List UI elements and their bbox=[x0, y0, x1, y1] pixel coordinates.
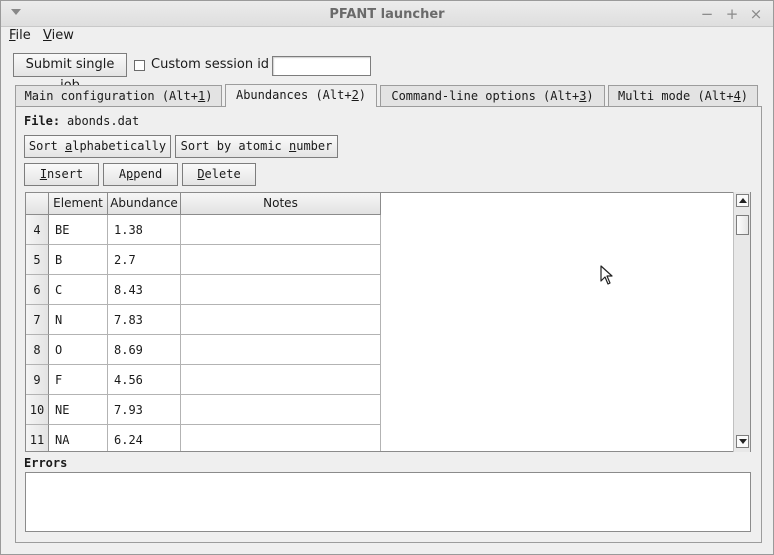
cell-abundance[interactable]: 2.7 bbox=[108, 245, 181, 275]
cell-abundance[interactable]: 8.43 bbox=[108, 275, 181, 305]
pfant-launcher-window: PFANT launcher − + × File View Submit si… bbox=[0, 0, 774, 555]
cell-notes[interactable] bbox=[181, 365, 381, 395]
cell-element[interactable]: BE bbox=[49, 215, 108, 245]
menu-file[interactable]: File bbox=[9, 28, 31, 43]
cell-element[interactable]: NE bbox=[49, 395, 108, 425]
close-icon[interactable]: × bbox=[748, 5, 764, 23]
errors-text-area[interactable] bbox=[25, 472, 751, 532]
file-name: abonds.dat bbox=[67, 114, 140, 128]
minimize-icon[interactable]: − bbox=[699, 5, 715, 23]
tab-command-line-options[interactable]: Command-line options (Alt+3) bbox=[380, 85, 605, 107]
cell-abundance[interactable]: 6.24 bbox=[108, 425, 181, 451]
tab-main-configuration[interactable]: Main configuration (Alt+1) bbox=[15, 85, 222, 107]
cell-abundance[interactable]: 8.69 bbox=[108, 335, 181, 365]
cell-element[interactable]: NA bbox=[49, 425, 108, 451]
tab-abundances[interactable]: Abundances (Alt+2) bbox=[225, 84, 377, 107]
mouse-cursor-icon bbox=[600, 265, 613, 285]
cell-notes[interactable] bbox=[181, 305, 381, 335]
cell-abundance[interactable]: 4.56 bbox=[108, 365, 181, 395]
cell-notes[interactable] bbox=[181, 395, 381, 425]
row-header[interactable]: 10 bbox=[26, 395, 49, 425]
cell-element[interactable]: N bbox=[49, 305, 108, 335]
cell-notes[interactable] bbox=[181, 425, 381, 451]
column-header-element[interactable]: Element bbox=[49, 193, 108, 215]
column-header-notes[interactable]: Notes bbox=[181, 193, 381, 215]
cell-element[interactable]: O bbox=[49, 335, 108, 365]
maximize-icon[interactable]: + bbox=[724, 5, 740, 23]
submit-single-job-button[interactable]: Submit single job bbox=[13, 53, 127, 93]
menu-bar: File View bbox=[1, 27, 773, 47]
row-header[interactable]: 8 bbox=[26, 335, 49, 365]
row-header[interactable]: 5 bbox=[26, 245, 49, 275]
scrollbar-thumb[interactable] bbox=[736, 215, 749, 235]
window-title: PFANT launcher bbox=[329, 7, 445, 22]
scroll-down-button[interactable] bbox=[736, 435, 749, 448]
row-header[interactable]: 9 bbox=[26, 365, 49, 395]
table-vertical-scrollbar[interactable] bbox=[733, 192, 750, 452]
cell-notes[interactable] bbox=[181, 335, 381, 365]
scroll-up-button[interactable] bbox=[736, 194, 749, 207]
cell-element[interactable]: F bbox=[49, 365, 108, 395]
row-header[interactable]: 7 bbox=[26, 305, 49, 335]
tab-multi-mode[interactable]: Multi mode (Alt+4) bbox=[608, 85, 758, 107]
cell-notes[interactable] bbox=[181, 275, 381, 305]
custom-session-label: Custom session id bbox=[151, 57, 270, 72]
sort-by-atomic-number-button[interactable]: Sort by atomic number bbox=[175, 135, 338, 158]
cell-abundance[interactable]: 7.93 bbox=[108, 395, 181, 425]
delete-button[interactable]: Delete bbox=[182, 163, 256, 186]
cell-element[interactable]: B bbox=[49, 245, 108, 275]
cell-element[interactable]: C bbox=[49, 275, 108, 305]
custom-session-checkbox[interactable] bbox=[134, 60, 145, 71]
cell-abundance[interactable]: 7.83 bbox=[108, 305, 181, 335]
column-header-abundance[interactable]: Abundance bbox=[108, 193, 181, 215]
file-label: File: bbox=[24, 114, 61, 128]
errors-label: Errors bbox=[24, 456, 68, 470]
cell-notes[interactable] bbox=[181, 215, 381, 245]
table-corner[interactable] bbox=[26, 193, 49, 215]
session-id-input[interactable] bbox=[272, 56, 371, 76]
title-bar[interactable]: PFANT launcher − + × bbox=[1, 1, 773, 27]
insert-button[interactable]: Insert bbox=[24, 163, 99, 186]
abundances-table[interactable]: Element Abundance Notes 4 BE 1.38 5 B 2.7 6 C 8.… bbox=[25, 192, 751, 452]
arrow-up-icon bbox=[739, 198, 747, 203]
append-button[interactable]: Append bbox=[103, 163, 178, 186]
row-header[interactable]: 4 bbox=[26, 215, 49, 245]
sort-alphabetically-button[interactable]: Sort alphabetically bbox=[24, 135, 171, 158]
row-header[interactable]: 6 bbox=[26, 275, 49, 305]
cell-abundance[interactable]: 1.38 bbox=[108, 215, 181, 245]
row-header[interactable]: 11 bbox=[26, 425, 49, 451]
menu-view[interactable]: View bbox=[43, 28, 74, 43]
cell-notes[interactable] bbox=[181, 245, 381, 275]
arrow-down-icon bbox=[739, 439, 747, 444]
